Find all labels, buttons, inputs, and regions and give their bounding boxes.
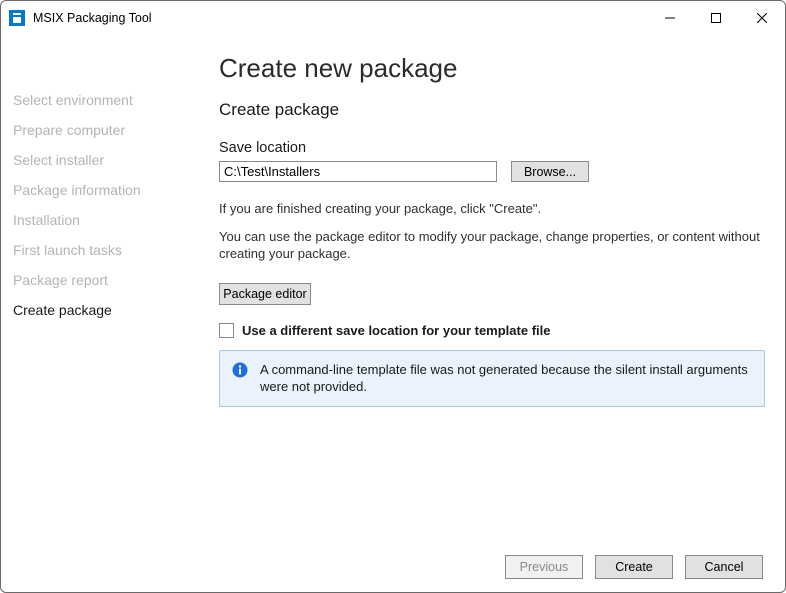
save-location-input[interactable] [219, 161, 497, 182]
title-bar: MSIX Packaging Tool [1, 1, 785, 35]
sidebar-item-select-environment[interactable]: Select environment [13, 85, 201, 115]
package-editor-button[interactable]: Package editor [219, 283, 311, 305]
content-area: Select environment Prepare computer Sele… [1, 35, 785, 542]
hint-create: If you are finished creating your packag… [219, 200, 765, 218]
template-location-label: Use a different save location for your t… [242, 323, 550, 338]
template-location-checkbox[interactable] [219, 323, 234, 338]
sidebar-item-prepare-computer[interactable]: Prepare computer [13, 115, 201, 145]
app-icon [9, 10, 25, 26]
wizard-sidebar: Select environment Prepare computer Sele… [1, 35, 201, 542]
cancel-button[interactable]: Cancel [685, 555, 763, 579]
wizard-footer: Previous Create Cancel [1, 542, 785, 592]
page-subtitle: Create package [219, 100, 765, 120]
main-panel: Create new package Create package Save l… [201, 35, 785, 542]
info-text: A command-line template file was not gen… [260, 361, 752, 396]
hint-editor: You can use the package editor to modify… [219, 228, 765, 263]
sidebar-item-select-installer[interactable]: Select installer [13, 145, 201, 175]
sidebar-item-package-report[interactable]: Package report [13, 265, 201, 295]
close-button[interactable] [739, 1, 785, 34]
browse-button[interactable]: Browse... [511, 161, 589, 182]
sidebar-item-package-information[interactable]: Package information [13, 175, 201, 205]
info-banner: A command-line template file was not gen… [219, 350, 765, 407]
save-location-row: Browse... [219, 161, 765, 182]
page-title: Create new package [219, 53, 765, 84]
maximize-button[interactable] [693, 1, 739, 34]
create-button[interactable]: Create [595, 555, 673, 579]
sidebar-item-first-launch-tasks[interactable]: First launch tasks [13, 235, 201, 265]
previous-button[interactable]: Previous [505, 555, 583, 579]
info-icon [232, 362, 248, 378]
window-controls [647, 1, 785, 34]
save-location-label: Save location [219, 140, 765, 156]
minimize-button[interactable] [647, 1, 693, 34]
window-title: MSIX Packaging Tool [33, 11, 152, 25]
sidebar-item-installation[interactable]: Installation [13, 205, 201, 235]
sidebar-item-create-package[interactable]: Create package [13, 295, 201, 325]
template-location-row: Use a different save location for your t… [219, 323, 765, 338]
